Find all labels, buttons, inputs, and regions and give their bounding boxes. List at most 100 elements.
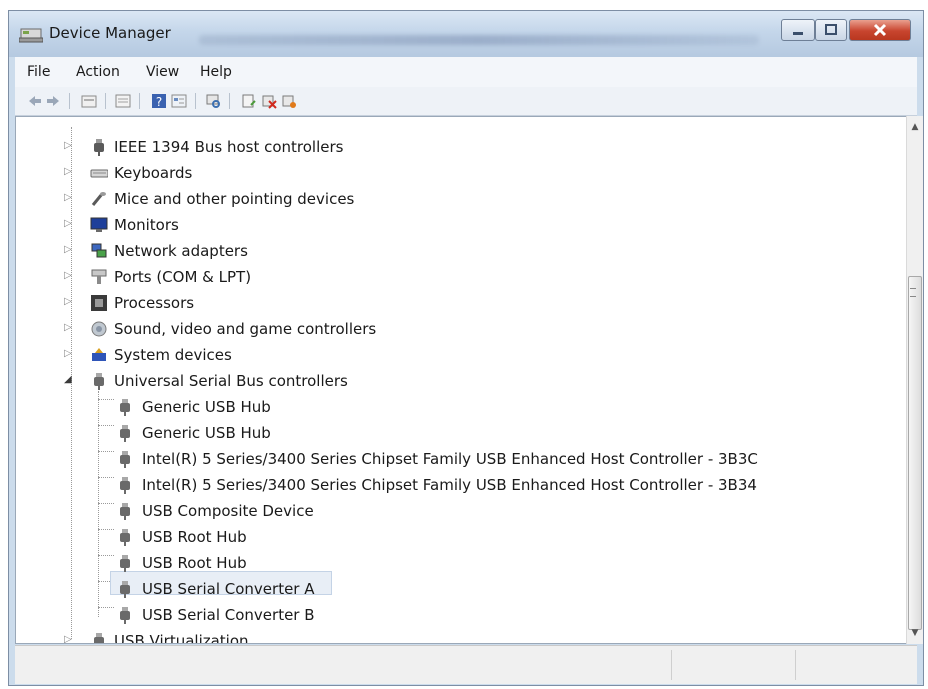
status-separator — [795, 650, 796, 680]
speaker-icon — [91, 321, 107, 337]
usb-plug-icon — [120, 555, 130, 572]
expand-arrow-icon[interactable]: ▷ — [64, 322, 72, 333]
maximize-button[interactable] — [815, 19, 847, 41]
tree-item-label: Processors — [114, 294, 195, 312]
scrollbar-thumb[interactable] — [908, 276, 922, 630]
tree-item-label: Intel(R) 5 Series/3400 Series Chipset Fa… — [142, 476, 757, 494]
status-separator — [671, 650, 672, 680]
usb-plug-icon — [120, 425, 130, 442]
tree-item-label: Monitors — [114, 216, 179, 234]
usb-plug-icon — [94, 373, 104, 390]
monitor-icon — [90, 217, 108, 232]
title-bar-blur — [199, 35, 759, 45]
expand-arrow-icon[interactable]: ▷ — [64, 270, 72, 281]
menu-file[interactable]: File — [27, 64, 50, 80]
collapse-arrow-icon[interactable]: ◢ — [64, 374, 72, 385]
expand-arrow-icon[interactable]: ▷ — [64, 244, 72, 255]
usb-plug-icon — [120, 503, 130, 520]
device-manager-icon — [19, 28, 43, 43]
close-button[interactable] — [849, 19, 911, 41]
tree-item-label: USB Root Hub — [142, 528, 247, 546]
forward-arrow-icon[interactable] — [45, 93, 61, 109]
toolbar-separator — [139, 93, 140, 109]
menu-help[interactable]: Help — [200, 64, 232, 80]
usb-plug-icon — [120, 607, 130, 624]
update-driver-icon[interactable] — [241, 93, 257, 109]
port-icon — [91, 269, 107, 284]
plug-icon — [94, 139, 104, 156]
disable-device-icon[interactable] — [281, 93, 297, 109]
svg-text:?: ? — [156, 95, 162, 109]
tree-connector — [98, 425, 114, 426]
device-manager-window: Device Manager File Action View Help ? ▷… — [8, 10, 924, 686]
scroll-up-arrow-icon[interactable]: ▲ — [907, 118, 923, 136]
tree-item-label: Mice and other pointing devices — [114, 190, 355, 208]
view-list-icon[interactable] — [171, 93, 187, 109]
tree-connector — [98, 477, 114, 478]
expand-arrow-icon[interactable]: ▷ — [64, 218, 72, 229]
expand-arrow-icon[interactable]: ▷ — [64, 192, 72, 203]
usb-plug-icon — [120, 477, 130, 494]
usb-plug-icon — [94, 633, 104, 643]
tree-item-label: Ports (COM & LPT) — [114, 268, 252, 286]
back-arrow-icon[interactable] — [27, 93, 43, 109]
menu-view[interactable]: View — [146, 64, 179, 80]
toolbar-separator — [69, 93, 70, 109]
tree-item-label: USB Serial Converter A — [142, 580, 315, 598]
usb-plug-icon — [120, 399, 130, 416]
maximize-icon — [825, 24, 837, 35]
device-tree[interactable]: ▷ IEEE 1394 Bus host controllers ▷ Keybo… — [15, 116, 910, 644]
tree-item-label: USB Composite Device — [142, 502, 314, 520]
minimize-icon — [793, 32, 803, 35]
toolbar-separator — [105, 93, 106, 109]
tree-connector — [98, 399, 114, 400]
keyboard-icon — [90, 169, 108, 178]
expand-arrow-icon[interactable]: ▷ — [64, 348, 72, 359]
expand-arrow-icon[interactable]: ▷ — [64, 296, 72, 307]
tree-item-label: System devices — [114, 346, 232, 364]
menu-bar: File Action View Help — [15, 57, 917, 88]
tree-item-label: Network adapters — [114, 242, 248, 260]
mouse-icon — [91, 192, 106, 206]
tree-connector — [98, 451, 114, 452]
processor-icon — [91, 295, 107, 311]
tree-connector — [98, 607, 114, 608]
toolbar-separator — [229, 93, 230, 109]
properties-grid-icon[interactable] — [115, 93, 131, 109]
tree-item-label: USB Serial Converter B — [142, 606, 315, 624]
help-icon[interactable]: ? — [151, 93, 167, 109]
expand-arrow-icon[interactable]: ▷ — [64, 140, 72, 151]
window-title: Device Manager — [49, 24, 171, 42]
tree-item-label: USB Root Hub — [142, 554, 247, 572]
tree-connector — [98, 529, 114, 530]
status-bar — [15, 645, 917, 684]
tree-item-label: Intel(R) 5 Series/3400 Series Chipset Fa… — [142, 450, 758, 468]
usb-plug-icon — [120, 451, 130, 468]
tree-item-label: Generic USB Hub — [142, 424, 271, 442]
tree-item-label: USB Virtualization — [114, 632, 249, 644]
toolbar: ? — [15, 87, 917, 116]
tree-item-label: IEEE 1394 Bus host controllers — [114, 138, 344, 156]
expand-arrow-icon[interactable]: ▷ — [64, 634, 72, 643]
system-icon — [92, 348, 106, 361]
title-bar[interactable]: Device Manager — [9, 11, 923, 57]
scrollbar-grip-icon — [910, 288, 916, 297]
tree-connector — [98, 503, 114, 504]
vertical-scrollbar[interactable]: ▲ ▼ — [906, 116, 923, 644]
show-hidden-icon[interactable] — [81, 93, 97, 109]
scroll-down-arrow-icon[interactable]: ▼ — [907, 624, 923, 642]
expand-arrow-icon[interactable]: ▷ — [64, 166, 72, 177]
tree-item-label: Sound, video and game controllers — [114, 320, 377, 338]
toolbar-separator — [195, 93, 196, 109]
tree-item-label: Universal Serial Bus controllers — [114, 372, 348, 390]
network-icon — [91, 243, 107, 258]
scan-hardware-icon[interactable] — [205, 93, 221, 109]
menu-action[interactable]: Action — [76, 64, 120, 80]
minimize-button[interactable] — [781, 19, 815, 41]
close-icon — [873, 23, 887, 37]
uninstall-icon[interactable] — [261, 93, 277, 109]
tree-item-label: Generic USB Hub — [142, 398, 271, 416]
tree-item-label: Keyboards — [114, 164, 193, 182]
tree-connector — [98, 555, 114, 556]
usb-plug-icon — [120, 581, 130, 598]
